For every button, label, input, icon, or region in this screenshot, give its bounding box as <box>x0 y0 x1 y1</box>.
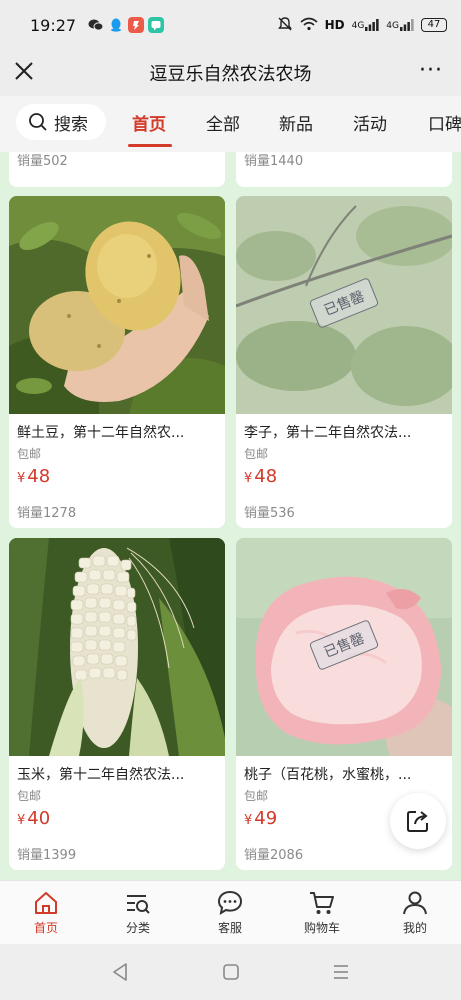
red-app-notification-icon <box>128 17 145 33</box>
cart-icon <box>310 892 334 914</box>
shipping-tag: 包邮 <box>17 789 42 803</box>
share-icon <box>407 811 428 832</box>
system-navigation-bar <box>0 944 461 1000</box>
battery-indicator: 47 <box>421 18 447 32</box>
product-name: 鲜土豆，第十二年自然农... <box>17 425 185 441</box>
product-card-partial[interactable]: 销量502 <box>9 152 225 187</box>
recent-apps-icon[interactable] <box>329 960 353 984</box>
product-card-partial[interactable]: 销量1440 <box>236 152 452 187</box>
product-price: ¥48 <box>244 466 278 487</box>
bottom-navigation: 首页 分类 客服 购物车 我的 <box>0 880 461 944</box>
back-icon[interactable] <box>108 960 132 984</box>
product-price: ¥49 <box>244 808 278 829</box>
hd-label: HD <box>324 18 345 32</box>
sales-count: 销量1399 <box>17 848 77 863</box>
nav-label: 我的 <box>402 921 427 935</box>
signal-1: 4G <box>352 19 380 31</box>
search-button[interactable]: 搜索 <box>16 104 106 140</box>
sales-count: 销量502 <box>17 154 68 169</box>
status-time: 19:27 <box>30 15 77 35</box>
product-price: ¥48 <box>17 466 51 487</box>
nav-label: 分类 <box>125 921 150 935</box>
tab-activity[interactable]: 活动 <box>353 110 387 135</box>
product-card[interactable]: 鲜土豆，第十二年自然农... 包邮 ¥48 销量1278 <box>9 196 225 528</box>
user-icon <box>403 891 427 915</box>
mute-bell-icon <box>277 16 293 35</box>
signal-2: 4G <box>386 19 414 31</box>
product-card[interactable]: 玉米，第十二年自然农法... 包邮 ¥40 销量1399 <box>9 538 225 870</box>
more-options-button[interactable]: ··· <box>419 56 443 86</box>
qq-notification-icon <box>108 17 124 33</box>
teal-app-notification-icon <box>148 17 165 33</box>
product-grid[interactable]: 销量502 销量1440 鲜土豆，第十二年自然农... 包邮 ¥ 48 销量12… <box>0 152 461 880</box>
nav-home[interactable]: 首页 <box>16 889 76 936</box>
tab-reviews[interactable]: 口碑 <box>428 110 461 135</box>
tab-new[interactable]: 新品 <box>279 110 313 135</box>
shipping-tag: 包邮 <box>244 789 269 803</box>
tab-all[interactable]: 全部 <box>206 110 240 135</box>
title-bar: 逗豆乐自然农法农场 ··· <box>0 50 461 96</box>
category-search-icon <box>127 895 150 914</box>
nav-label: 购物车 <box>303 921 340 935</box>
nav-profile[interactable]: 我的 <box>385 889 445 936</box>
sales-count: 销量1278 <box>17 506 77 521</box>
product-name: 李子，第十二年自然农法... <box>244 425 412 441</box>
category-tab-bar: 搜索 首页 全部 新品 活动 口碑 <box>0 96 461 152</box>
corn-image <box>9 538 225 756</box>
chat-icon <box>217 890 243 915</box>
active-tab-indicator <box>128 144 172 147</box>
nav-cart[interactable]: 购物车 <box>292 889 352 936</box>
plum-tree-image: 已售罄 <box>236 196 452 414</box>
shipping-tag: 包邮 <box>17 447 42 461</box>
search-icon <box>29 113 47 131</box>
tab-home[interactable]: 首页 <box>132 110 166 135</box>
nav-category[interactable]: 分类 <box>108 889 168 936</box>
home-button-icon[interactable] <box>219 960 243 984</box>
nav-label: 首页 <box>33 921 58 935</box>
product-name: 玉米，第十二年自然农法... <box>17 767 185 783</box>
shipping-tag: 包邮 <box>244 447 269 461</box>
wifi-icon <box>300 17 318 34</box>
notification-icons <box>88 17 165 33</box>
nav-service[interactable]: 客服 <box>200 889 260 936</box>
wechat-notification-icon <box>88 17 104 33</box>
close-icon[interactable] <box>12 59 36 83</box>
potato-image <box>9 196 225 414</box>
system-status: HD 4G 4G 47 <box>277 16 447 35</box>
product-price: ¥40 <box>17 808 51 829</box>
sales-count: 销量536 <box>244 506 295 521</box>
product-name: 桃子（百花桃，水蜜桃，... <box>244 767 412 783</box>
sales-count: 销量1440 <box>244 154 304 169</box>
status-bar: 19:27 HD 4G 4G 47 <box>0 0 461 50</box>
share-button[interactable] <box>390 793 446 849</box>
page-title: 逗豆乐自然农法农场 <box>149 64 312 85</box>
home-icon <box>35 892 57 914</box>
product-card[interactable]: 已售罄 李子，第十二年自然农法... 包邮 ¥48 销量536 <box>236 196 452 528</box>
peach-image: 已售罄 <box>236 538 452 756</box>
search-label: 搜索 <box>54 114 88 135</box>
nav-label: 客服 <box>217 921 242 935</box>
sales-count: 销量2086 <box>244 848 304 863</box>
